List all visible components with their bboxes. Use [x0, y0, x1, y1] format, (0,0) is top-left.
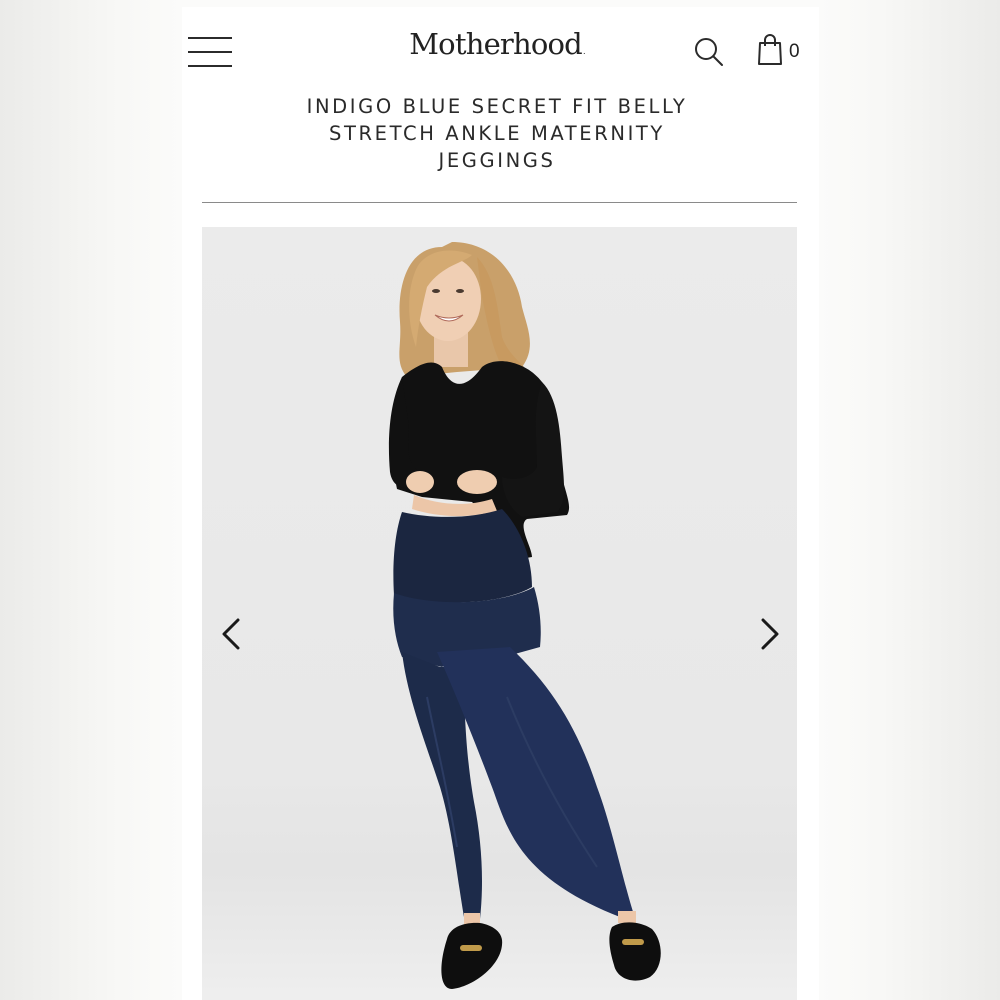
menu-bar — [188, 51, 232, 53]
product-title-line: STRETCH ANKLE MATERNITY — [329, 122, 665, 145]
title-divider — [202, 202, 797, 203]
product-title-line: JEGGINGS — [438, 149, 556, 172]
menu-bar — [188, 65, 232, 67]
search-icon — [695, 38, 723, 66]
menu-bar — [188, 37, 232, 39]
product-image-carousel[interactable] — [202, 227, 797, 1000]
mobile-screen: Motherhood. 0 INDIGO BLUE SECRET FIT BEL… — [182, 7, 819, 1000]
chevron-right-icon — [761, 618, 779, 650]
product-title: INDIGO BLUE SECRET FIT BELLY STRETCH ANKL… — [242, 93, 752, 174]
previous-image-button[interactable] — [212, 612, 252, 656]
shopping-bag-icon — [758, 34, 782, 65]
site-header: Motherhood. 0 — [182, 7, 819, 87]
chevron-left-icon — [222, 618, 240, 650]
shopping-bag-button[interactable]: 0 — [756, 33, 808, 69]
site-logo[interactable]: Motherhood. — [332, 27, 662, 61]
logo-mark: . — [582, 47, 585, 56]
menu-button[interactable] — [186, 33, 234, 71]
search-button[interactable] — [692, 35, 726, 69]
cart-count: 0 — [789, 41, 800, 62]
next-image-button[interactable] — [749, 612, 789, 656]
product-photo — [388, 242, 661, 989]
product-title-line: INDIGO BLUE SECRET FIT BELLY — [306, 95, 688, 118]
logo-text: Motherhood — [409, 27, 582, 61]
